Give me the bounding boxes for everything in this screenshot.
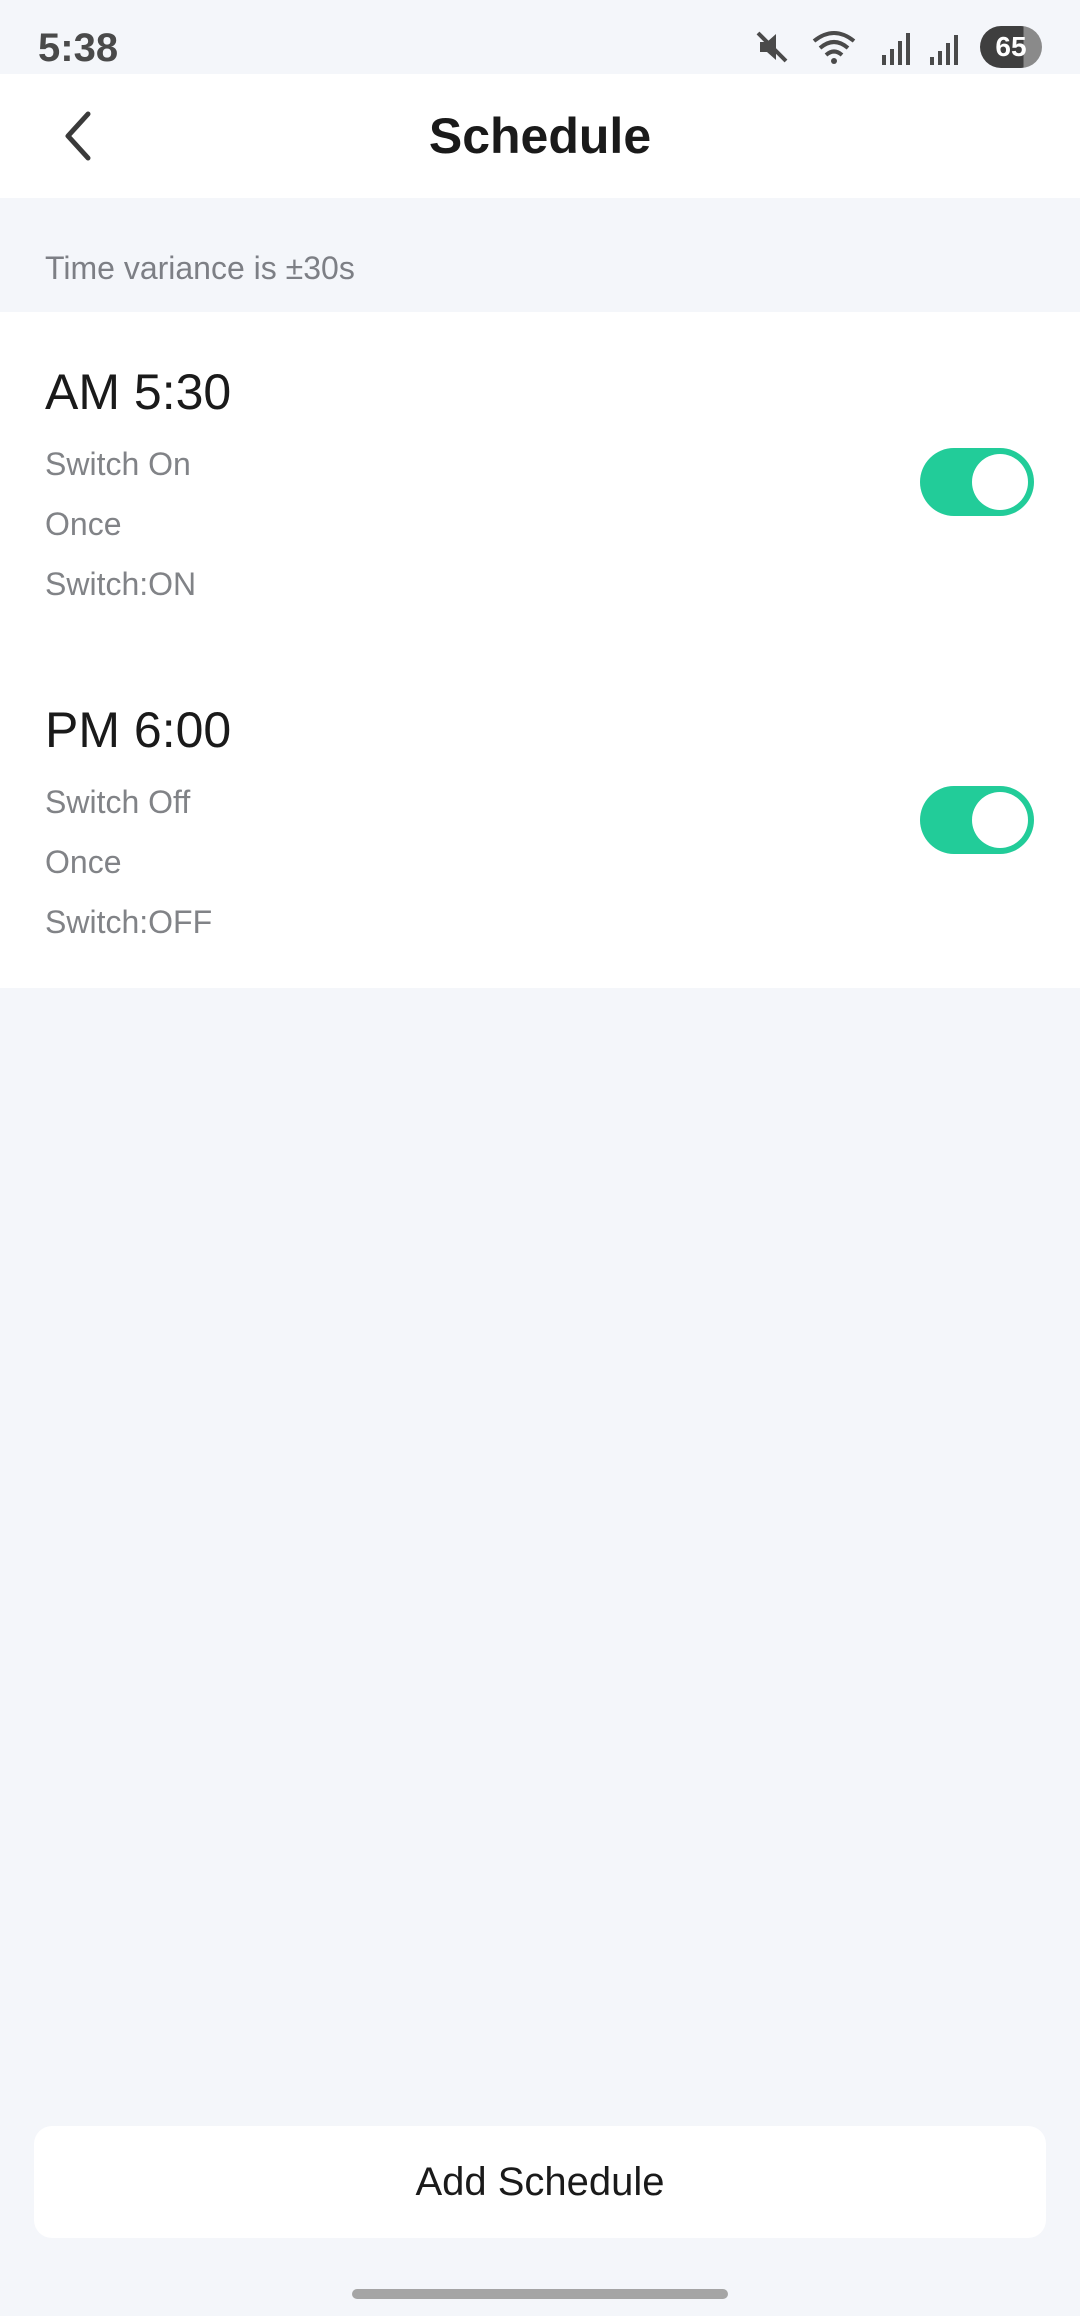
- add-schedule-button[interactable]: Add Schedule: [34, 2126, 1046, 2238]
- page-title: Schedule: [428, 108, 652, 164]
- status-time: 5:38: [38, 26, 119, 70]
- status-bar: 5:38 65: [0, 0, 1080, 74]
- time-variance-note: Time variance is ±30s: [45, 250, 355, 286]
- back-button[interactable]: [40, 98, 116, 174]
- schedule-repeat: Once: [45, 506, 122, 542]
- schedule-repeat: Once: [45, 844, 122, 880]
- wifi-icon: [810, 27, 858, 67]
- chevron-left-icon: [65, 111, 91, 161]
- signal-roaming-icon: [876, 27, 910, 67]
- header: Schedule: [0, 74, 1080, 198]
- toggle-knob: [972, 454, 1028, 510]
- schedule-time: AM 5:30: [45, 364, 232, 420]
- schedule-state: Switch:ON: [45, 566, 197, 602]
- battery-icon: 65: [980, 26, 1042, 68]
- schedule-item[interactable]: PM 6:00 Switch Off Once Switch:OFF: [0, 650, 1080, 988]
- toggle-knob: [972, 792, 1028, 848]
- schedule-toggle[interactable]: [920, 786, 1034, 854]
- schedule-action: Switch On: [45, 446, 191, 482]
- mute-icon: [752, 27, 792, 67]
- schedule-list: AM 5:30 Switch On Once Switch:ON PM 6:00…: [0, 312, 1080, 988]
- home-indicator[interactable]: [352, 2289, 728, 2299]
- status-icons: 65: [752, 24, 1042, 70]
- screen: 5:38 65 Schedule Time variance is ±30s A…: [0, 0, 1080, 2316]
- signal-icon: [928, 27, 962, 67]
- schedule-time: PM 6:00: [45, 702, 232, 758]
- schedule-action: Switch Off: [45, 784, 191, 820]
- schedule-item[interactable]: AM 5:30 Switch On Once Switch:ON: [0, 312, 1080, 650]
- schedule-toggle[interactable]: [920, 448, 1034, 516]
- schedule-state: Switch:OFF: [45, 904, 213, 940]
